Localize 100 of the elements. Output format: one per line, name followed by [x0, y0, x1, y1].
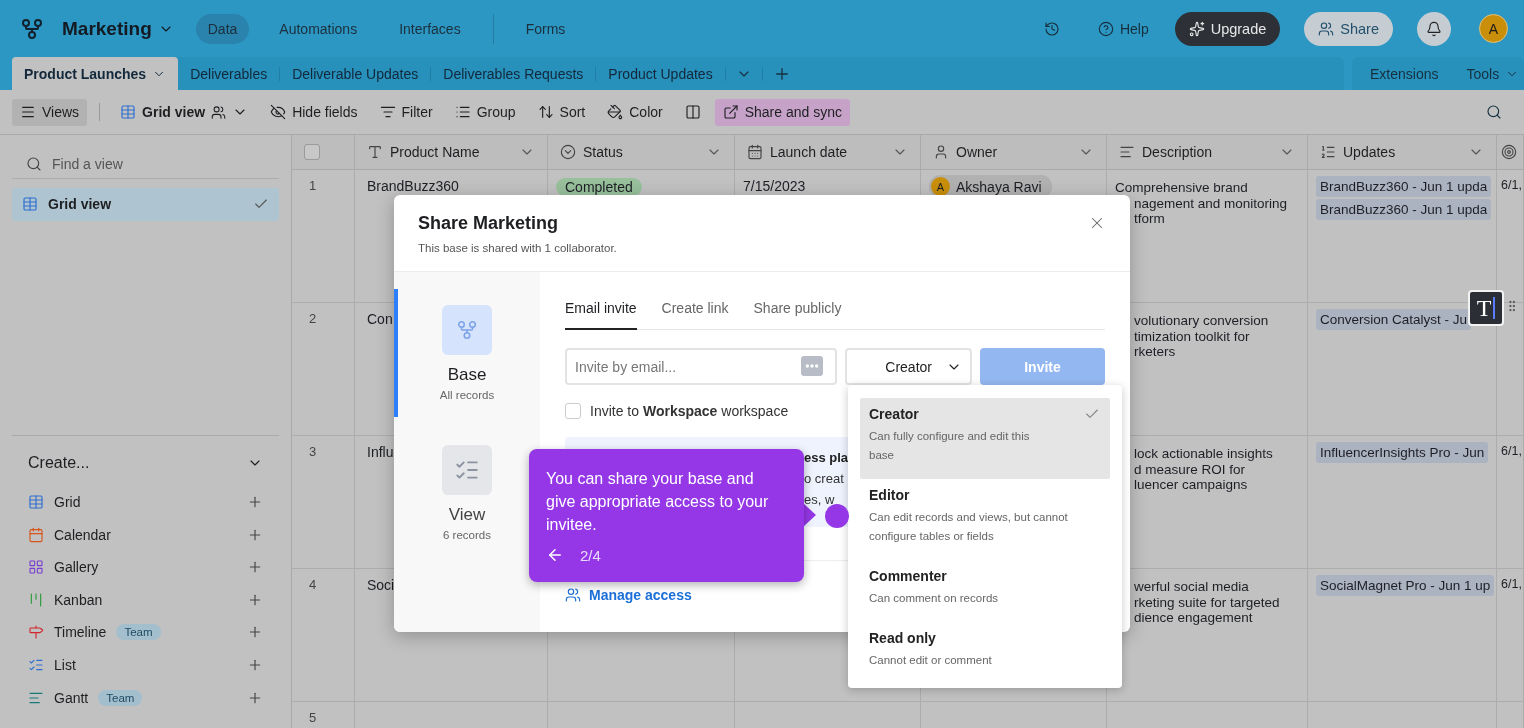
notice-text: es, w	[804, 492, 835, 507]
view-type-label: Calendar	[54, 526, 111, 543]
toolbar-button[interactable]: Hide fields	[262, 98, 366, 126]
person-icon	[933, 144, 949, 160]
text-tool-button[interactable]: T	[1468, 290, 1504, 326]
row-number: 5	[309, 710, 317, 725]
step-counter: 2/4	[580, 546, 601, 564]
list-icon	[454, 104, 471, 120]
toolbar-button[interactable]: Color	[599, 98, 671, 126]
toolbar-button[interactable]: Filter	[371, 98, 441, 126]
kanban-icon	[28, 591, 44, 608]
manage-access-link[interactable]: Manage access	[565, 587, 692, 603]
team-badge: Team	[98, 689, 143, 706]
text-lines-icon	[1119, 144, 1135, 160]
timeline-icon	[28, 624, 44, 641]
table-tab[interactable]: Product Updates	[596, 57, 725, 90]
description-line: d measure ROI for	[1133, 461, 1246, 479]
checkbox-label: Invite to Workspace workspace	[590, 403, 789, 419]
paint-bucket-icon	[607, 104, 624, 120]
create-view-item[interactable]: Timeline Team	[12, 616, 279, 649]
row-number: 1	[309, 178, 317, 193]
create-view-item[interactable]: Kanban	[12, 583, 279, 617]
product-name: BrandBuzz360	[367, 178, 459, 194]
role-option[interactable]: Read only Cannot edit or comment	[860, 622, 1110, 684]
checkbox[interactable]	[565, 403, 581, 419]
view-switcher-button[interactable]: Grid view	[112, 98, 257, 126]
filter-icon	[379, 104, 396, 120]
view-type-label: Gantt	[54, 689, 89, 706]
upgrade-button[interactable]: Upgrade	[1174, 11, 1281, 46]
sort-icon	[537, 104, 554, 120]
extensions-button[interactable]: Extensions	[1360, 59, 1449, 88]
people-icon	[211, 104, 227, 120]
sparkles-icon	[1188, 20, 1205, 37]
view-type-label: Gallery	[54, 559, 99, 576]
list-icon	[1320, 144, 1336, 160]
description-line: rketing suite for targeted	[1133, 593, 1280, 612]
eye-off-icon	[270, 104, 287, 120]
view-item[interactable]: Grid view	[12, 188, 279, 221]
share-scope-option[interactable]: Base All records	[394, 289, 540, 417]
calendar-icon	[28, 526, 44, 543]
description-line: nagement and monitoring	[1133, 195, 1288, 213]
linked-record-chip: Conversion Catalyst - Ju	[1316, 309, 1472, 330]
share-and-sync-button[interactable]: Share and sync	[714, 98, 850, 126]
help-icon	[1097, 20, 1114, 37]
create-section-toggle[interactable]: Create...	[12, 434, 279, 486]
role-select[interactable]: Creator	[845, 348, 972, 385]
dialog-tab[interactable]: Create link	[661, 290, 729, 330]
views-button[interactable]: Views	[12, 98, 88, 126]
role-option[interactable]: Commenter Can comment on records	[860, 560, 1110, 622]
email-field[interactable]: Invite by email...	[565, 348, 837, 385]
role-option[interactable]: Editor Can edit records and views, but cannot configure tables or fields	[860, 479, 1110, 560]
table-tab[interactable]: Deliverables	[178, 57, 280, 90]
create-view-item[interactable]: Grid	[12, 485, 279, 519]
tooltip-text: You can share your base and give appropriate access to your invitee.	[546, 469, 770, 535]
date-text: 6/1,	[1501, 444, 1522, 458]
table-tab[interactable]: Deliverable Updates	[280, 57, 431, 90]
date-text: 6/1,	[1501, 577, 1522, 591]
select-all-checkbox[interactable]	[304, 144, 320, 160]
toolbar-button[interactable]: Group	[446, 98, 524, 126]
linked-record-chip: BrandBuzz360 - Jun 1 upda	[1316, 176, 1492, 197]
dialog-tab[interactable]: Share publicly	[753, 290, 842, 330]
description-line: Comprehensive brand	[1115, 179, 1248, 197]
find-view-field[interactable]: Find a view	[12, 149, 279, 179]
table-tab[interactable]: Product Launches	[12, 57, 179, 90]
role-option[interactable]: Creator Can fully configure and edit this base	[860, 398, 1110, 479]
row-number: 2	[309, 311, 317, 326]
search-icon	[26, 156, 42, 172]
dialog-tab[interactable]: Email invite	[565, 290, 637, 330]
table-tab[interactable]: Deliverables Requests	[431, 57, 596, 90]
product-name: Influ	[367, 444, 394, 460]
create-view-item[interactable]: List	[12, 648, 279, 682]
nav-tab[interactable]: Automations	[267, 13, 370, 44]
user-avatar[interactable]: A	[1479, 14, 1508, 43]
table-icon	[22, 196, 38, 213]
share-button[interactable]: Share	[1304, 11, 1393, 46]
create-view-item[interactable]: Gantt Team	[12, 681, 279, 714]
description-line: luencer campaigns	[1133, 476, 1248, 494]
people-icon	[565, 587, 581, 603]
view-type-label: Timeline	[54, 624, 107, 641]
column-header[interactable]	[1501, 144, 1519, 160]
dialog-title: Share Marketing	[418, 213, 560, 234]
base-name-button[interactable]: Marketing	[52, 17, 188, 40]
date-text: 7/15/2023	[743, 178, 806, 194]
create-view-item[interactable]: Calendar	[12, 518, 279, 551]
description-line: timization toolkit for	[1133, 328, 1250, 346]
toolbar-button[interactable]: Sort	[529, 98, 594, 126]
description-line: dience engagement	[1133, 610, 1253, 627]
notifications-button[interactable]	[1417, 11, 1451, 46]
external-link-icon	[722, 104, 739, 120]
nav-tab[interactable]: Forms	[513, 13, 578, 44]
bell-icon	[1426, 20, 1442, 37]
share-scope-option[interactable]: View 6 records	[394, 429, 540, 557]
table-icon	[28, 493, 44, 510]
tools-button[interactable]: Tools	[1456, 59, 1524, 88]
team-badge: Team	[116, 624, 161, 641]
help-button[interactable]: Help	[1087, 14, 1159, 43]
status-tag: Completed	[556, 178, 642, 196]
nav-tab[interactable]: Interfaces	[387, 13, 473, 44]
create-view-item[interactable]: Gallery	[12, 550, 279, 584]
branch-icon	[456, 319, 478, 341]
